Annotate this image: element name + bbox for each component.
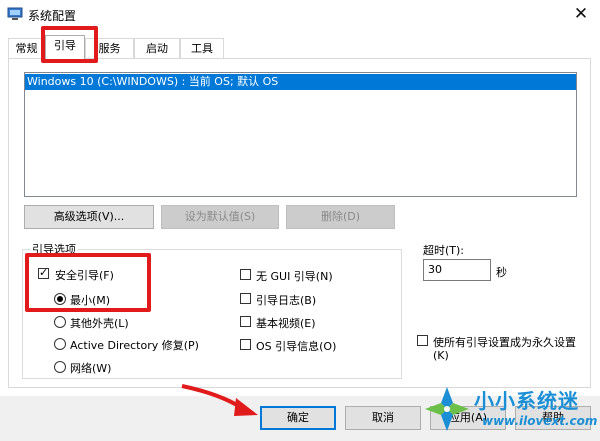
base-video-checkbox[interactable] [240, 316, 251, 327]
boot-log-checkbox[interactable] [240, 293, 251, 304]
radio-alternate-shell-label: 其他外壳(L) [70, 317, 129, 330]
set-default-button[interactable]: 设为默认值(S) [161, 205, 279, 229]
timeout-label: 超时(T): [423, 244, 465, 257]
safe-boot-highlight [25, 253, 151, 312]
radio-ad-repair-label: Active Directory 修复(P) [70, 339, 199, 352]
window-title: 系统配置 [28, 9, 77, 23]
close-icon[interactable]: ✕ [570, 3, 592, 25]
delete-button[interactable]: 删除(D) [286, 205, 395, 229]
timeout-input[interactable]: 30 [423, 259, 491, 281]
advanced-options-button[interactable]: 高级选项(V)... [24, 205, 154, 229]
no-gui-boot-checkbox[interactable] [240, 269, 251, 280]
os-boot-info-checkbox[interactable] [240, 339, 251, 350]
timeout-unit: 秒 [496, 266, 507, 279]
tab-general[interactable]: 常规 [8, 38, 45, 58]
permanent-settings-checkbox[interactable] [417, 335, 428, 346]
os-list[interactable] [24, 72, 577, 197]
radio-ad-repair[interactable] [54, 338, 66, 350]
cancel-button[interactable]: 取消 [345, 406, 421, 430]
permanent-settings-label-key: (K) [433, 349, 449, 362]
tab-tools[interactable]: 工具 [180, 38, 224, 58]
ok-button[interactable]: 确定 [260, 406, 336, 430]
base-video-label: 基本视频(E) [256, 317, 316, 330]
os-boot-info-label: OS 引导信息(O) [256, 340, 337, 353]
system-config-icon [7, 7, 23, 20]
boot-log-label: 引导日志(B) [256, 294, 317, 307]
no-gui-boot-label: 无 GUI 引导(N) [256, 270, 333, 283]
watermark-logo-icon [425, 387, 469, 431]
os-list-item[interactable]: Windows 10 (C:\WINDOWS) : 当前 OS; 默认 OS [25, 74, 576, 90]
watermark-text: 小小系统迷 [474, 389, 579, 413]
radio-alternate-shell[interactable] [54, 316, 66, 328]
permanent-settings-label: 使所有引导设置成为永久设置 [433, 336, 576, 349]
tab-startup[interactable]: 启动 [134, 38, 180, 58]
watermark-url: www.ilovext.com [482, 414, 598, 428]
red-arrow-icon [181, 384, 258, 416]
radio-network-label: 网络(W) [70, 362, 112, 375]
radio-network[interactable] [54, 361, 66, 373]
boot-tab-highlight [41, 26, 98, 63]
